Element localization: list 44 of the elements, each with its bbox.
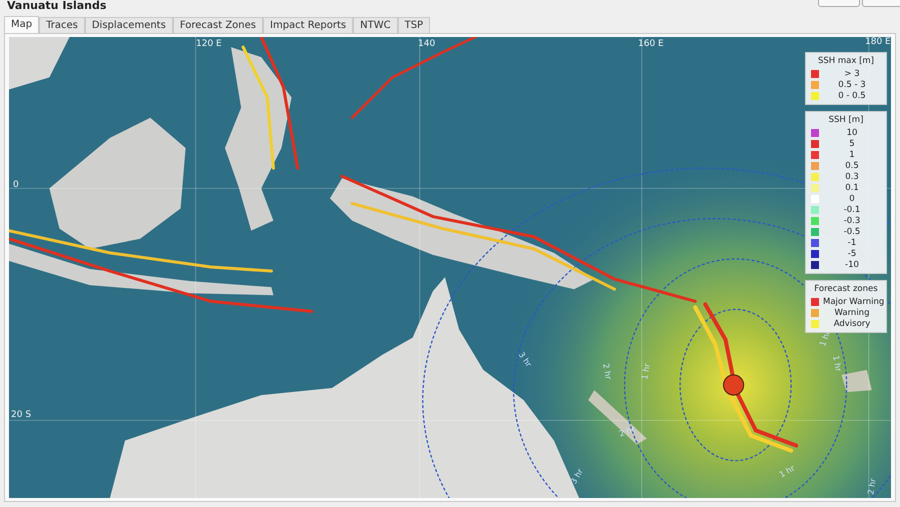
legend-label: Advisory — [832, 319, 872, 329]
tab[interactable]: TSP — [398, 17, 430, 33]
longitude-label: 140 — [418, 39, 436, 49]
legend-label: -0.3 — [842, 216, 862, 226]
travel-time-label: 2 hr — [866, 478, 878, 496]
legend-label: 0 — [848, 194, 856, 204]
longitude-label: 120 E — [196, 39, 222, 49]
legend-label: 1 — [848, 150, 856, 160]
tab[interactable]: Forecast Zones — [172, 17, 263, 33]
legend-label: 0.5 - 3 — [837, 80, 867, 90]
window-title: Vanuatu Islands — [7, 0, 106, 12]
longitude-label: 180 E — [865, 37, 891, 47]
legend-label: > 3 — [843, 69, 861, 79]
legend-label: -10 — [844, 260, 860, 270]
legend-title: SSH [m] — [828, 115, 864, 125]
legend-title: Forecast zones — [813, 284, 879, 294]
legend-label: 0 - 0.5 — [837, 91, 867, 101]
legend-label: 0.3 — [844, 172, 860, 182]
tab[interactable]: Displacements — [84, 17, 173, 33]
legend-label: 5 — [848, 139, 856, 149]
legend-label: -0.5 — [842, 227, 862, 237]
travel-time-label: 2 hr — [618, 424, 636, 438]
legend-label: Warning — [834, 308, 870, 318]
travel-time-label: 1 hr — [640, 362, 652, 380]
legend-label: 0.1 — [844, 183, 860, 193]
longitude-label: 160 E — [638, 39, 664, 49]
legend-label: 0.5 — [844, 161, 860, 171]
latitude-label: 20 S — [11, 410, 32, 420]
latitude-label: 0 — [13, 180, 19, 190]
travel-time-label: 1 hr — [778, 464, 796, 480]
legend-title: SSH max [m] — [816, 56, 876, 66]
legend-label: -0.1 — [842, 205, 862, 215]
tab[interactable]: Traces — [39, 17, 85, 33]
travel-time-label: 3 hr — [516, 350, 534, 369]
tab[interactable]: Impact Reports — [263, 17, 354, 33]
tab[interactable]: NTWC — [353, 17, 398, 33]
legend-label: Major Warning — [823, 297, 884, 307]
travel-time-label: 2 hr — [601, 362, 613, 380]
tab[interactable]: Map — [4, 16, 40, 33]
legend-label: -5 — [846, 249, 858, 259]
travel-time-label: 1 hr — [831, 354, 843, 372]
legend-label: -1 — [846, 238, 858, 248]
travel-time-label: 3 hr — [569, 467, 585, 486]
legend-label: 10 — [846, 128, 858, 138]
